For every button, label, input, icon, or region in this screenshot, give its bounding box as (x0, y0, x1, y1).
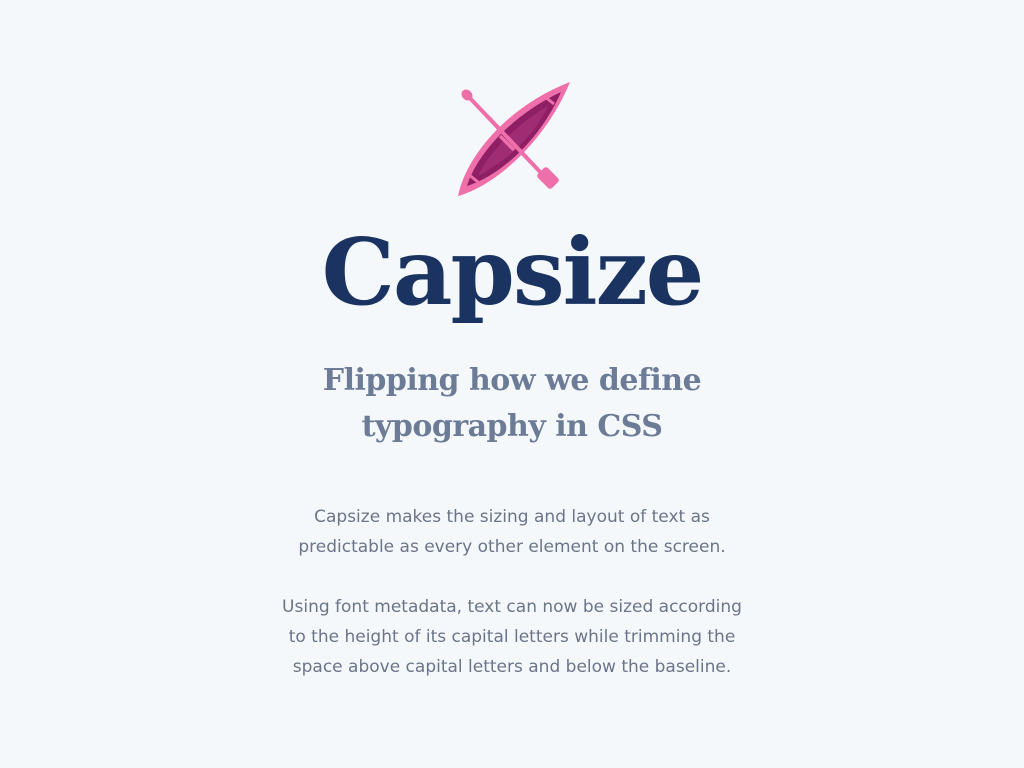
logo (448, 76, 576, 204)
page: Capsize Flipping how we define typograph… (0, 0, 1024, 768)
tagline-line-2: typography in CSS (361, 409, 663, 444)
kayak-icon (458, 82, 570, 196)
tagline: Flipping how we define typography in CSS (0, 358, 1024, 450)
description-line: space above capital letters and below th… (292, 657, 732, 677)
page-title: Capsize (321, 218, 705, 326)
description-paragraph-1: Capsize makes the sizing and layout of t… (0, 502, 1024, 562)
tagline-line-1: Flipping how we define (322, 363, 702, 398)
description-line: Capsize makes the sizing and layout of t… (314, 507, 710, 527)
description-paragraph-2: Using font metadata, text can now be siz… (0, 592, 1024, 682)
description-line: to the height of its capital letters whi… (288, 627, 736, 647)
description-line: Using font metadata, text can now be siz… (282, 597, 742, 617)
description-line: predictable as every other element on th… (298, 537, 726, 557)
